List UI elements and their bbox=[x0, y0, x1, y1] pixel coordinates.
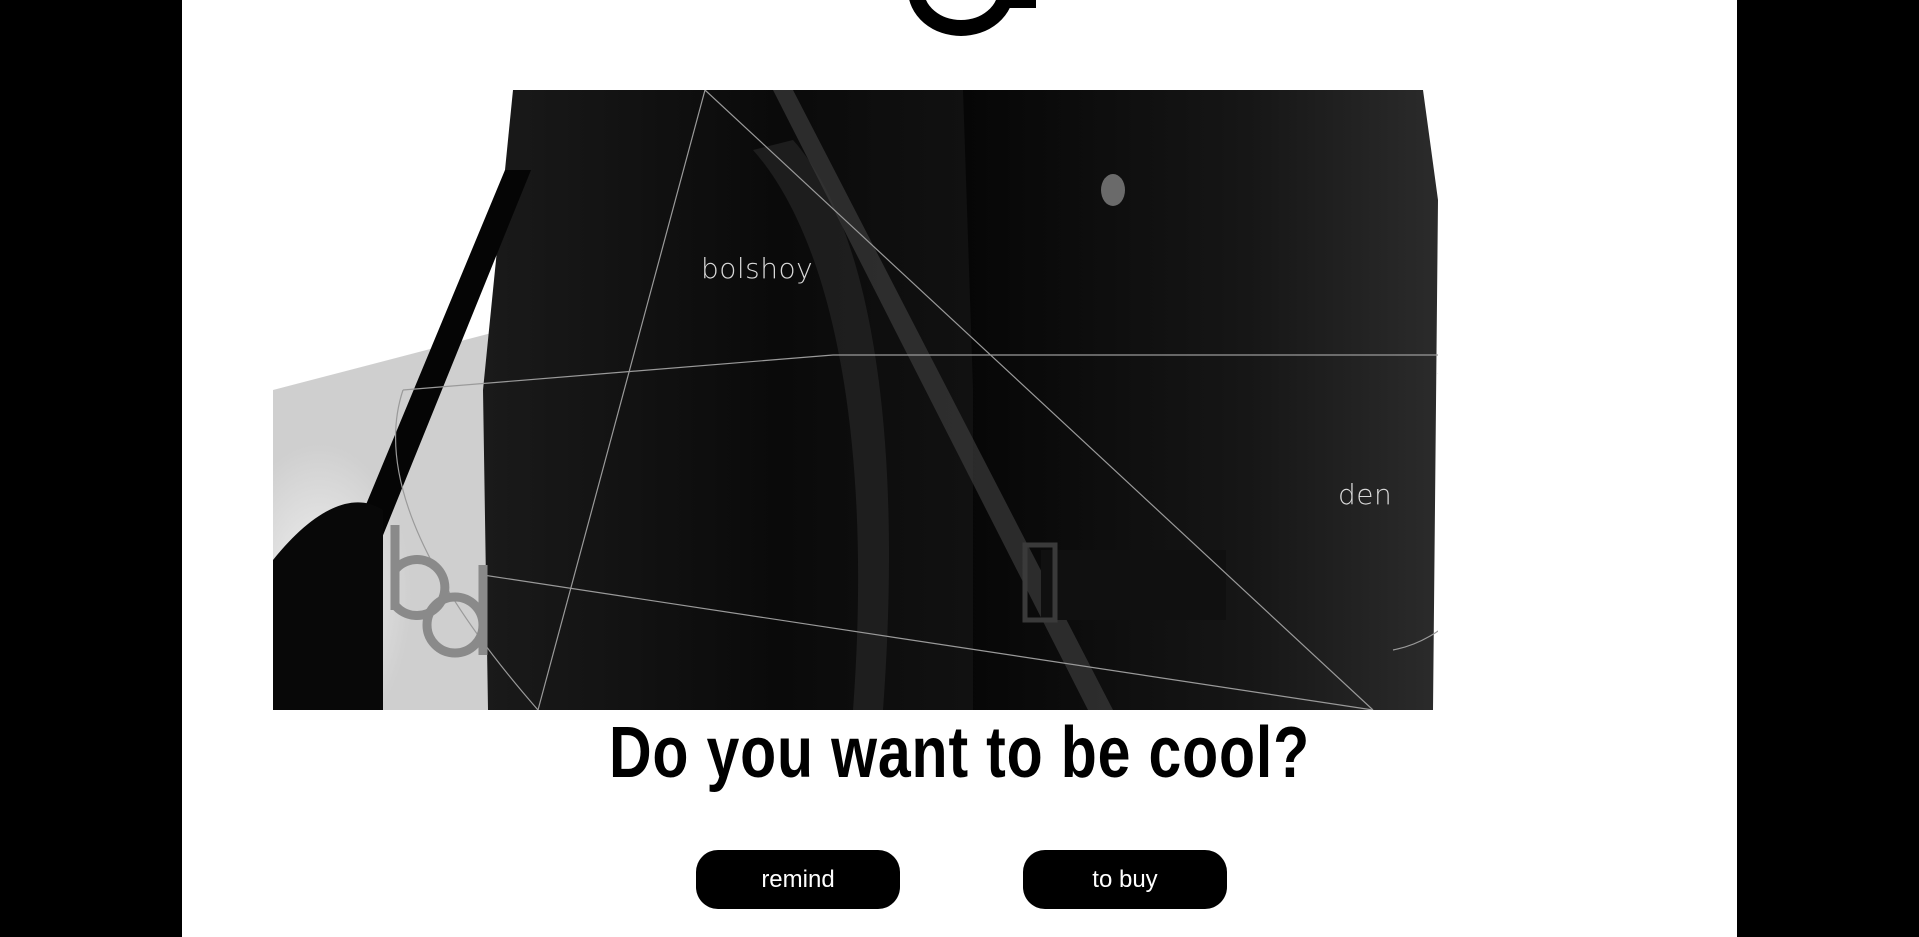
to-buy-button[interactable]: to buy bbox=[1023, 850, 1227, 909]
headline: Do you want to be cool? bbox=[608, 713, 1311, 793]
hero-banner: bolshoy den bbox=[273, 90, 1438, 710]
brand-logo-icon[interactable] bbox=[898, 0, 1048, 40]
bd-monogram-icon bbox=[390, 525, 488, 658]
hero-label-den: den bbox=[1338, 478, 1393, 511]
hero-label-bolshoy: bolshoy bbox=[701, 252, 814, 285]
page: bolshoy den Do you want to be cool? remi… bbox=[182, 0, 1737, 937]
remind-button[interactable]: remind bbox=[696, 850, 900, 909]
